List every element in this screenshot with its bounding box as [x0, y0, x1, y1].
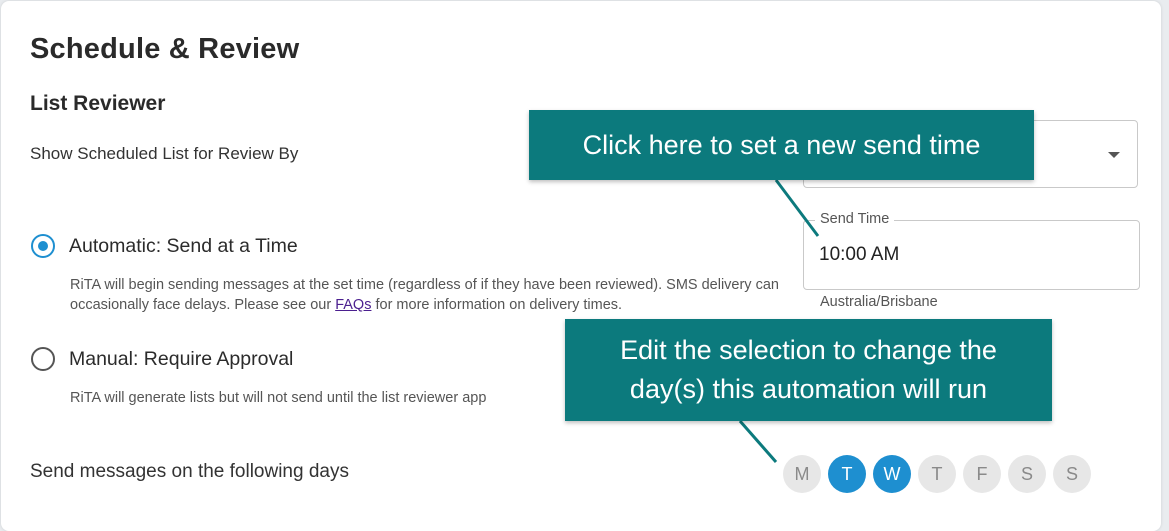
send-time-callout-pointer — [774, 179, 820, 237]
days-callout-pointer — [738, 420, 778, 463]
callout-pointers — [738, 179, 820, 463]
days-callout: Edit the selection to change the day(s) … — [565, 319, 1052, 421]
days-callout-line1: Edit the selection to change the — [620, 335, 997, 365]
send-time-callout: Click here to set a new send time — [529, 110, 1034, 180]
days-callout-line2: day(s) this automation will run — [629, 374, 988, 404]
send-time-callout-text: Click here to set a new send time — [582, 130, 981, 160]
